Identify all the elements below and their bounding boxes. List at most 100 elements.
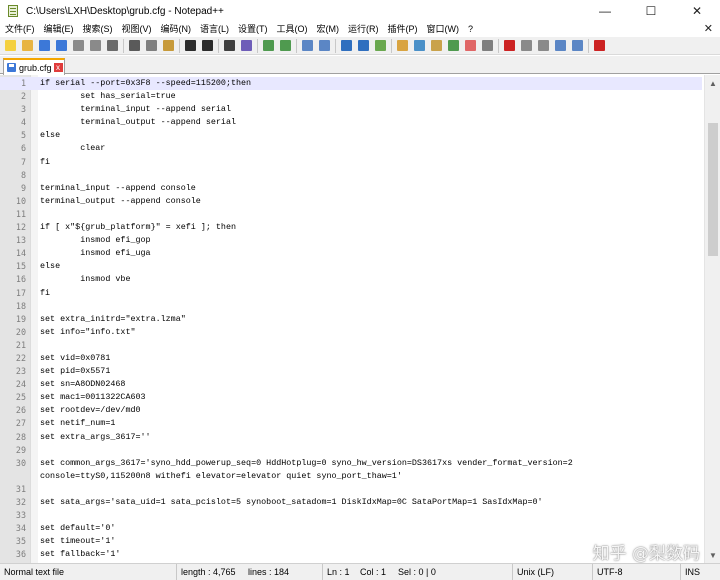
- code-line[interactable]: 28 set extra_args_3617='': [0, 431, 702, 444]
- menu-help[interactable]: ?: [463, 22, 477, 37]
- code-line[interactable]: 10 terminal_output --append console: [0, 195, 702, 208]
- menu-plugins[interactable]: 插件(P): [383, 22, 422, 37]
- code-line[interactable]: 14 insmod efi_uga: [0, 247, 702, 260]
- close-document-icon[interactable]: ✕: [704, 22, 713, 37]
- code-line[interactable]: 13 insmod efi_gop: [0, 234, 702, 247]
- code-line[interactable]: 17 fi: [0, 287, 702, 300]
- scroll-down-arrow[interactable]: ▼: [705, 547, 720, 563]
- status-encoding[interactable]: UTF-8: [592, 564, 680, 580]
- code-line[interactable]: 32 set sata_args='sata_uid=1 sata_pcislot…: [0, 496, 702, 509]
- code-line[interactable]: 8: [0, 169, 702, 182]
- find-icon[interactable]: [222, 39, 236, 53]
- scroll-thumb[interactable]: [708, 123, 718, 256]
- code-line[interactable]: 30 set common_args_3617='syno_hdd_powerup…: [0, 457, 702, 470]
- scroll-up-arrow[interactable]: ▲: [705, 75, 720, 91]
- redo-icon[interactable]: [200, 39, 214, 53]
- code-line[interactable]: 29: [0, 444, 702, 457]
- title-bar: C:\Users\LXH\Desktop\grub.cfg - Notepad+…: [0, 0, 720, 22]
- menu-file[interactable]: 文件(F): [0, 22, 39, 37]
- cut-icon[interactable]: [127, 39, 141, 53]
- code-line[interactable]: 34 set default='0': [0, 522, 702, 535]
- code-line[interactable]: 9 terminal_input --append console: [0, 182, 702, 195]
- save-macro-icon[interactable]: [570, 39, 584, 53]
- code-line[interactable]: 22 set vid=0x0781: [0, 352, 702, 365]
- print-icon[interactable]: [105, 39, 119, 53]
- save-all-icon[interactable]: [54, 39, 68, 53]
- tab-close-icon[interactable]: x: [53, 63, 63, 72]
- menu-settings[interactable]: 设置(T): [233, 22, 272, 37]
- show-all-chars-icon[interactable]: [356, 39, 370, 53]
- minimize-button[interactable]: —: [582, 0, 628, 22]
- menu-edit[interactable]: 编辑(E): [39, 22, 78, 37]
- status-eol[interactable]: Unix (LF): [512, 564, 592, 580]
- spell-check-icon[interactable]: [592, 39, 606, 53]
- code-line[interactable]: 33: [0, 509, 702, 522]
- code-line[interactable]: 11: [0, 208, 702, 221]
- code-line[interactable]: 31: [0, 483, 702, 496]
- menu-encoding[interactable]: 编码(N): [156, 22, 196, 37]
- code-line[interactable]: 12 if [ x"${grub_platform}" = xefi ]; the…: [0, 221, 702, 234]
- zoom-out-icon[interactable]: [278, 39, 292, 53]
- code-line[interactable]: 20 set info="info.txt": [0, 326, 702, 339]
- code-line[interactable]: 6 clear: [0, 142, 702, 155]
- menu-run[interactable]: 运行(R): [343, 22, 383, 37]
- save-icon[interactable]: [37, 39, 51, 53]
- maximize-button[interactable]: ☐: [628, 0, 674, 22]
- zoom-in-icon[interactable]: [261, 39, 275, 53]
- editor-area[interactable]: 1 if serial --port=0x3F8 --speed=115200;t…: [0, 75, 720, 563]
- code-line[interactable]: console=ttyS0,115200n8 withefi elevator=…: [0, 470, 702, 483]
- copy-icon[interactable]: [144, 39, 158, 53]
- function-list-icon[interactable]: [429, 39, 443, 53]
- code-line[interactable]: 24 set sn=A8ODN02468: [0, 378, 702, 391]
- menu-window[interactable]: 窗口(W): [422, 22, 464, 37]
- doc-map-icon[interactable]: [412, 39, 426, 53]
- run-macro-multiple-icon[interactable]: [553, 39, 567, 53]
- sync-vertical-icon-glyph: [301, 40, 313, 51]
- vertical-scrollbar[interactable]: ▲ ▼: [704, 75, 720, 563]
- code-line[interactable]: 23 set pid=0x5571: [0, 365, 702, 378]
- line-text: fi: [40, 156, 51, 167]
- record-macro-icon[interactable]: [502, 39, 516, 53]
- menu-macro[interactable]: 宏(M): [312, 22, 344, 37]
- code-line[interactable]: 27 set netif_num=1: [0, 417, 702, 430]
- code-line[interactable]: 1 if serial --port=0x3F8 --speed=115200;t…: [0, 77, 702, 91]
- tab-grub-cfg[interactable]: grub.cfg x: [3, 58, 65, 75]
- sync-vertical-icon[interactable]: [300, 39, 314, 53]
- undo-icon[interactable]: [183, 39, 197, 53]
- udl-icon[interactable]: [395, 39, 409, 53]
- stop-macro-icon[interactable]: [519, 39, 533, 53]
- menu-view[interactable]: 视图(V): [117, 22, 156, 37]
- code-line[interactable]: 18: [0, 300, 702, 313]
- monitoring-icon[interactable]: [480, 39, 494, 53]
- code-line[interactable]: 5 else: [0, 129, 702, 142]
- code-line[interactable]: 16 insmod vbe: [0, 273, 702, 286]
- code-line[interactable]: 2 set has_serial=true: [0, 90, 702, 103]
- code-line[interactable]: 7 fi: [0, 156, 702, 169]
- find-icon-glyph: [223, 40, 235, 51]
- menu-search[interactable]: 搜索(S): [78, 22, 117, 37]
- word-wrap-icon[interactable]: [339, 39, 353, 53]
- line-number: 12: [15, 222, 26, 233]
- paste-icon[interactable]: [161, 39, 175, 53]
- status-bar: Normal text file length : 4,765 lines : …: [0, 563, 720, 580]
- code-line[interactable]: 21: [0, 339, 702, 352]
- indent-guide-icon[interactable]: [373, 39, 387, 53]
- close-file-icon[interactable]: [71, 39, 85, 53]
- replace-icon[interactable]: [239, 39, 253, 53]
- code-line[interactable]: 26 set rootdev=/dev/md0: [0, 404, 702, 417]
- new-file-icon[interactable]: [3, 39, 17, 53]
- code-line[interactable]: 3 terminal_input --append serial: [0, 103, 702, 116]
- open-file-icon[interactable]: [20, 39, 34, 53]
- close-all-icon[interactable]: [88, 39, 102, 53]
- code-line[interactable]: 25 set mac1=0011322CA603: [0, 391, 702, 404]
- folder-workspace-icon[interactable]: [446, 39, 460, 53]
- doc-switcher-icon[interactable]: [463, 39, 477, 53]
- play-macro-icon[interactable]: [536, 39, 550, 53]
- sync-horizontal-icon[interactable]: [317, 39, 331, 53]
- code-line[interactable]: 19 set extra_initrd="extra.lzma": [0, 313, 702, 326]
- code-line[interactable]: 4 terminal_output --append serial: [0, 116, 702, 129]
- code-line[interactable]: 15 else: [0, 260, 702, 273]
- menu-language[interactable]: 语言(L): [195, 22, 233, 37]
- menu-tools[interactable]: 工具(O): [272, 22, 312, 37]
- close-window-button[interactable]: ✕: [674, 0, 720, 22]
